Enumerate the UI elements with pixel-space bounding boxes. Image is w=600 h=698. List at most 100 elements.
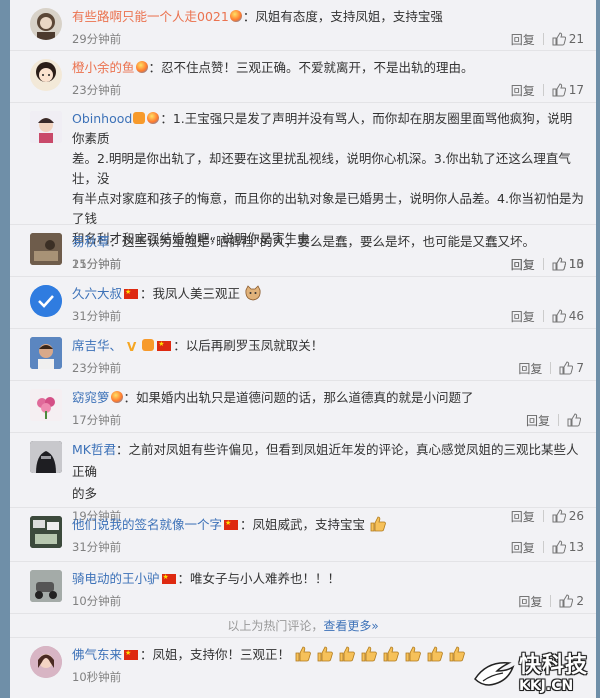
comment-item: 易秋覃：这些认为宝强是“晒裤裆”的人，要么是蠢，要么是坏，也可能是又蠢又坏。 2… xyxy=(10,225,596,277)
divider xyxy=(558,414,559,426)
like-button[interactable]: 10 xyxy=(552,257,584,271)
divider xyxy=(542,84,544,96)
timestamp: 10秒钟前 xyxy=(72,670,122,684)
china-flag-icon xyxy=(124,286,139,299)
thumbs-up-emoji-icon xyxy=(339,646,355,662)
username-link[interactable]: 有些路啊只能一个人走0021 xyxy=(72,9,229,24)
thumbs-up-icon xyxy=(559,361,574,375)
comment-text: ：凤姐威武，支持宝宝 xyxy=(240,517,366,532)
china-flag-icon xyxy=(157,338,172,351)
avatar[interactable] xyxy=(30,570,62,602)
balloon-badge-icon xyxy=(110,391,123,403)
thumbs-up-icon xyxy=(559,594,574,608)
like-button[interactable]: 46 xyxy=(552,309,584,323)
view-more-link[interactable]: 查看更多» xyxy=(323,619,378,633)
avatar[interactable] xyxy=(30,337,62,369)
like-button[interactable] xyxy=(567,413,584,427)
username-link[interactable]: 佛气东来 xyxy=(72,647,122,662)
avatar[interactable] xyxy=(30,441,62,473)
reply-button[interactable]: 回复 xyxy=(518,360,542,377)
username-link[interactable]: MK哲君 xyxy=(72,442,116,457)
thumbs-up-icon xyxy=(552,257,566,271)
crown-badge-icon xyxy=(142,339,155,351)
username-link[interactable]: 骑电动的王小驴 xyxy=(72,571,160,586)
divider xyxy=(542,541,544,553)
reply-button[interactable]: 回复 xyxy=(518,593,542,610)
avatar[interactable] xyxy=(30,646,62,678)
thumbs-up-emoji-icon xyxy=(361,646,377,662)
thumbs-up-emoji-icon xyxy=(449,646,465,662)
like-button[interactable]: 7 xyxy=(559,361,584,375)
username-link[interactable]: 他们说我的签名就像一个字 xyxy=(72,517,222,532)
comment-text-line: 的多 xyxy=(72,486,98,501)
timestamp: 23分钟前 xyxy=(72,83,122,97)
like-button[interactable]: 13 xyxy=(552,540,584,554)
avatar[interactable] xyxy=(30,516,62,548)
china-flag-icon xyxy=(224,517,239,530)
timestamp: 31分钟前 xyxy=(72,309,122,323)
username-link[interactable]: 易秋覃 xyxy=(72,234,110,249)
comment-item: 久六大叔 ：我凤人美三观正 31分钟前 回复 46 xyxy=(10,277,596,329)
thumbs-up-emoji-icon xyxy=(370,516,386,532)
like-count: 46 xyxy=(568,309,584,323)
comment-item: 骑电动的王小驴 ：唯女子与小人难养也！！！ 10分钟前 回复 2 xyxy=(10,562,596,614)
thumbs-up-icon xyxy=(552,83,566,97)
comment-text-line: ：之前对凤姐有些许偏见，但看到凤姐近年发的评论，真心感觉凤姐的三观比某些人正确 xyxy=(72,442,579,479)
divider xyxy=(550,595,552,607)
like-count: 2 xyxy=(576,594,584,608)
timestamp: 10分钟前 xyxy=(72,594,122,608)
timestamp: 29分钟前 xyxy=(72,32,122,46)
comment-item: 窈窕箩 ：如果婚内出轨只是道德问题的话，那么道德真的就是小问题了 17分钟前 回复 xyxy=(10,381,596,433)
v-badge-icon: V xyxy=(127,340,137,354)
site-watermark: 快科技 KKJ.CN xyxy=(473,654,588,694)
divider xyxy=(542,33,544,45)
comment-item: MK哲君：之前对凤姐有些许偏见，但看到凤姐近年发的评论，真心感觉凤姐的三观比某些… xyxy=(10,433,596,524)
like-button[interactable]: 2 xyxy=(559,594,584,608)
comment-item: 橙小余的鱼 ：忍不住点赞！三观正确。不爱就离开，不是出轨的理由。 23分钟前 回复… xyxy=(10,51,596,103)
username-link[interactable]: 窈窕箩 xyxy=(72,390,110,405)
like-button[interactable]: 17 xyxy=(552,83,584,97)
thumbs-up-icon xyxy=(552,540,566,554)
balloon-badge-icon xyxy=(135,61,148,73)
bird-logo-icon xyxy=(474,662,515,686)
avatar[interactable] xyxy=(30,285,62,317)
reply-button[interactable]: 回复 xyxy=(511,256,535,273)
username-link[interactable]: 久六大叔 xyxy=(72,286,122,301)
thumbs-up-emoji-icon xyxy=(383,646,399,662)
reply-button[interactable]: 回复 xyxy=(511,308,535,325)
avatar[interactable] xyxy=(30,233,62,265)
avatar[interactable] xyxy=(30,111,62,143)
comment-text: ：忍不住点赞！三观正确。不爱就离开，不是出轨的理由。 xyxy=(148,60,474,75)
reply-button[interactable]: 回复 xyxy=(526,412,550,429)
like-count: 7 xyxy=(576,361,584,375)
cat-emoji-icon xyxy=(245,285,261,301)
comment-item: Obinhood ：1.王宝强只是发了声明并没有骂人，而你却在朋友圈里面骂他疯狗，… xyxy=(10,103,596,272)
timestamp: 31分钟前 xyxy=(72,540,122,554)
reply-button[interactable]: 回复 xyxy=(511,82,535,99)
reply-button[interactable]: 回复 xyxy=(511,31,535,48)
username-link[interactable]: Obinhood xyxy=(72,111,132,126)
avatar[interactable] xyxy=(30,59,62,91)
username-link[interactable]: 橙小余的鱼 xyxy=(72,60,135,75)
comment-text: ：凤姐有态度，支持凤姐，支持宝强 xyxy=(242,9,443,24)
divider xyxy=(550,362,552,374)
timestamp: 21分钟前 xyxy=(72,257,122,271)
hot-comments-note: 以上为热门评论， xyxy=(227,619,324,633)
thumbs-up-emoji-icon xyxy=(405,646,421,662)
thumbs-up-icon xyxy=(552,309,566,323)
reply-button[interactable]: 回复 xyxy=(511,539,535,556)
timestamp: 17分钟前 xyxy=(72,413,122,427)
timestamp: 23分钟前 xyxy=(72,361,122,375)
crown-badge-icon xyxy=(133,112,146,124)
like-button[interactable]: 21 xyxy=(552,32,584,46)
comment-item: 席吉华、 V ：以后再刷罗玉凤就取关！ 23分钟前 回复 7 xyxy=(10,329,596,381)
username-link[interactable]: 席吉华、 xyxy=(72,338,122,353)
avatar[interactable] xyxy=(30,389,62,421)
comment-text: ：我凤人美三观正 xyxy=(140,286,241,301)
thumbs-up-emoji-icon xyxy=(295,646,311,662)
watermark-url: KKJ.CN xyxy=(518,678,574,694)
watermark-brand: 快科技 xyxy=(518,653,588,678)
divider xyxy=(542,310,544,322)
avatar[interactable] xyxy=(30,8,62,40)
like-count: 17 xyxy=(568,83,584,97)
